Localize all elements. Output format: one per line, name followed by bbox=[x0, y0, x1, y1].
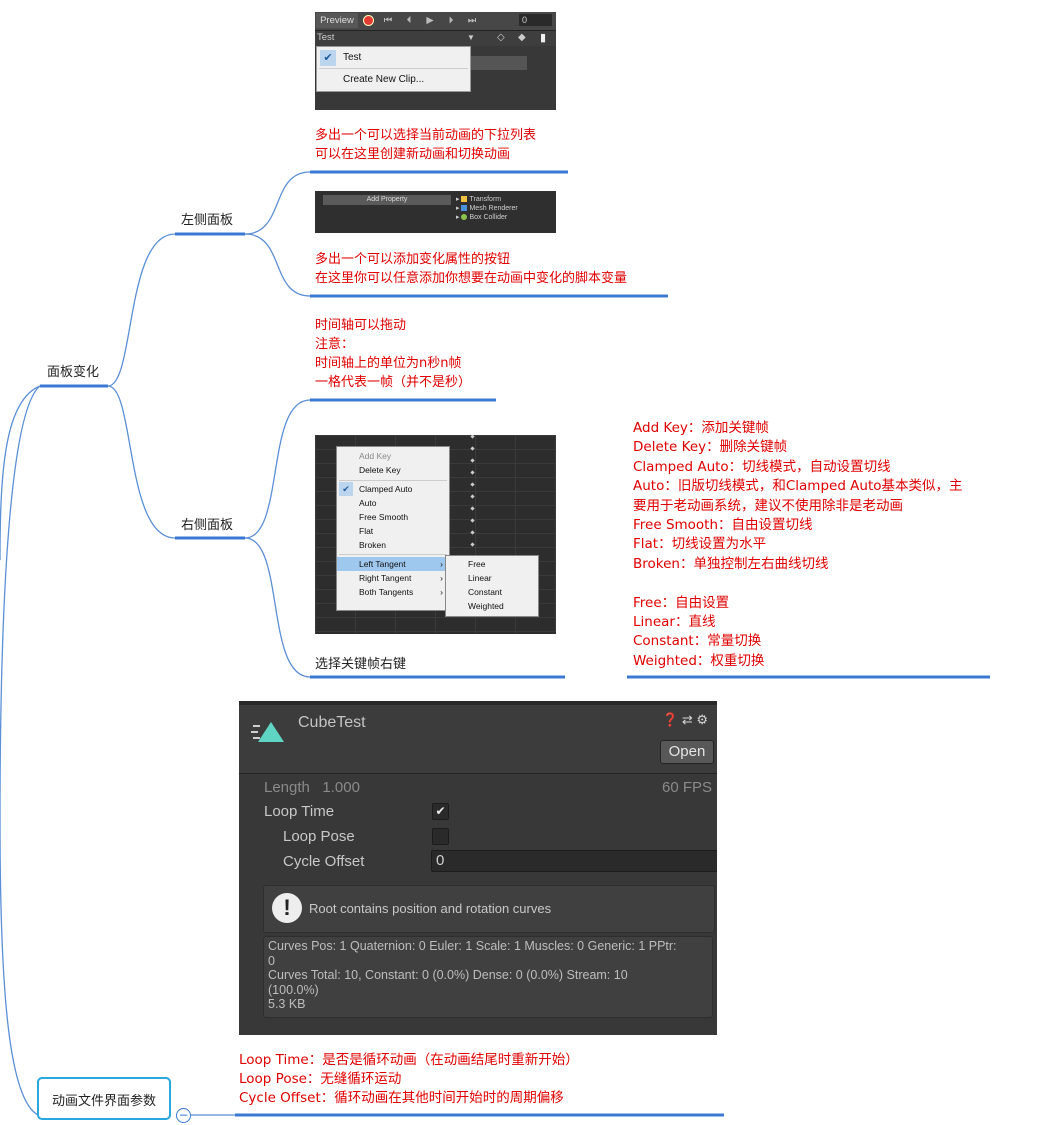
context-menu-descriptions: Add Key：添加关键帧 Delete Key：删除关键帧 Clamped A… bbox=[633, 420, 963, 669]
play-icon[interactable]: ▶ bbox=[423, 13, 437, 28]
help-icon[interactable]: ❓ bbox=[662, 712, 678, 727]
anim-file-notes: Loop Time：是否是循环动画（在动画结尾时重新开始） Loop Pose：… bbox=[239, 1052, 579, 1106]
animation-toolbar: Preview ⏮ ⏴ ▶ ⏵ ⏭ 0 bbox=[315, 12, 556, 31]
next-key-icon[interactable]: ⏵ bbox=[444, 13, 458, 28]
collapse-toggle[interactable]: − bbox=[176, 1108, 191, 1123]
component-mesh-renderer[interactable]: ▸ Mesh Renderer bbox=[456, 204, 518, 213]
help-text: Root contains position and rotation curv… bbox=[309, 901, 552, 916]
frame-input[interactable]: 0 bbox=[519, 14, 552, 26]
first-key-icon[interactable]: ⏮ bbox=[381, 13, 395, 28]
check-icon: ✔ bbox=[320, 50, 336, 66]
menu-item-clamped-auto[interactable]: ✔ Clamped Auto bbox=[337, 482, 449, 496]
menu-item-both-tangents[interactable]: Both Tangents › bbox=[337, 585, 449, 599]
help-box: ! Root contains position and rotation cu… bbox=[263, 885, 715, 933]
tangent-submenu: Free Linear Constant Weighted bbox=[445, 555, 539, 617]
note-add-property: 多出一个可以添加变化属性的按钮 在这里你可以任意添加你想要在动画中变化的脚本变量 bbox=[315, 252, 628, 286]
cycle-offset-label: Cycle Offset bbox=[283, 853, 365, 870]
component-transform[interactable]: ▸ Transform bbox=[456, 195, 518, 204]
keyframe-context-menu-screenshot: Add Key Delete Key ✔ Clamped Auto Auto Fr… bbox=[315, 435, 556, 634]
warning-icon: ! bbox=[272, 893, 302, 923]
submenu-item-constant[interactable]: Constant bbox=[468, 585, 502, 599]
record-icon[interactable] bbox=[362, 13, 375, 28]
chevron-right-icon: › bbox=[440, 587, 443, 597]
loop-time-checkbox[interactable]: ✔ bbox=[432, 803, 449, 820]
chevron-right-icon: › bbox=[440, 559, 443, 569]
menu-item-left-tangent[interactable]: Left Tangent › bbox=[337, 557, 449, 571]
length-value: 1.000 bbox=[322, 779, 360, 796]
node-panel-changes[interactable]: 面板变化 bbox=[47, 361, 99, 380]
add-property-button[interactable]: Add Property bbox=[323, 195, 451, 205]
fps-label: 60 FPS bbox=[662, 779, 713, 796]
menu-item-create-new-clip[interactable]: Create New Clip... bbox=[317, 70, 470, 90]
keyframe-dots bbox=[470, 435, 475, 547]
loop-time-label: Loop Time bbox=[264, 803, 335, 820]
gear-icon[interactable]: ⚙ bbox=[696, 712, 708, 727]
loop-pose-checkbox[interactable] bbox=[432, 828, 449, 845]
settings-sliders-icon[interactable]: ⇄ bbox=[682, 712, 693, 727]
submenu-item-linear[interactable]: Linear bbox=[468, 571, 492, 585]
note-dropdown: 多出一个可以选择当前动画的下拉列表 可以在这里创建新动画和切换动画 bbox=[315, 128, 537, 162]
menu-item-right-tangent[interactable]: Right Tangent › bbox=[337, 571, 449, 585]
prev-key-icon[interactable]: ⏴ bbox=[402, 13, 416, 28]
menu-item-free-smooth[interactable]: Free Smooth bbox=[337, 510, 449, 524]
add-keyframe-icon[interactable]: ◇ bbox=[497, 32, 505, 43]
keyframe-context-menu: Add Key Delete Key ✔ Clamped Auto Auto Fr… bbox=[336, 446, 450, 611]
box-collider-icon bbox=[461, 214, 468, 220]
menu-item-delete-key[interactable]: Delete Key bbox=[337, 463, 449, 477]
menu-item-add-key[interactable]: Add Key bbox=[337, 449, 449, 463]
component-list: ▸ Transform ▸ Mesh Renderer ▸ Box Collid… bbox=[456, 195, 518, 222]
chevron-right-icon: › bbox=[440, 573, 443, 583]
node-anim-file[interactable]: 动画文件界面参数 bbox=[37, 1077, 171, 1120]
preview-button[interactable]: Preview bbox=[316, 13, 358, 28]
check-icon: ✔ bbox=[339, 482, 353, 496]
add-event-icon[interactable]: ◆ bbox=[518, 32, 526, 43]
animation-clip-inspector: CubeTest ❓ ⇄ ⚙ Open Length 1.000 60 FPS … bbox=[239, 701, 717, 1035]
clip-dropdown-menu: ✔ Test Create New Clip... bbox=[316, 46, 471, 92]
transform-icon bbox=[461, 196, 468, 202]
node-right-panel[interactable]: 右侧面板 bbox=[181, 514, 233, 533]
menu-item-auto[interactable]: Auto bbox=[337, 496, 449, 510]
cycle-offset-input[interactable]: 0 bbox=[431, 850, 717, 872]
node-left-panel[interactable]: 左侧面板 bbox=[181, 209, 233, 228]
submenu-item-free[interactable]: Free bbox=[468, 557, 485, 571]
loop-pose-label: Loop Pose bbox=[283, 828, 355, 845]
event-marker-icon[interactable]: ▮ bbox=[540, 31, 546, 44]
clip-dropdown-arrow-icon[interactable]: ▼ bbox=[467, 33, 475, 42]
caption-right-click-keyframe: 选择关键帧右键 bbox=[315, 657, 407, 672]
clip-title: CubeTest bbox=[298, 714, 366, 731]
menu-item-test[interactable]: ✔ Test bbox=[317, 48, 470, 68]
open-button[interactable]: Open bbox=[660, 740, 714, 764]
component-box-collider[interactable]: ▸ Box Collider bbox=[456, 213, 518, 222]
mesh-renderer-icon bbox=[461, 205, 468, 211]
add-property-screenshot: Add Property ▸ Transform ▸ Mesh Renderer… bbox=[315, 191, 556, 233]
curves-info: Curves Pos: 1 Quaternion: 0 Euler: 1 Sca… bbox=[263, 936, 713, 1018]
submenu-item-weighted[interactable]: Weighted bbox=[468, 599, 504, 613]
note-timeline: 时间轴可以拖动 注意： 时间轴上的单位为n秒n帧 一格代表一帧（并不是秒） bbox=[315, 318, 472, 390]
animation-clip-icon bbox=[251, 722, 284, 742]
menu-item-broken[interactable]: Broken bbox=[337, 538, 449, 552]
length-row: Length 1.000 bbox=[264, 779, 360, 796]
clip-dropdown[interactable]: Test bbox=[317, 31, 334, 45]
last-key-icon[interactable]: ⏭ bbox=[465, 13, 479, 28]
menu-item-flat[interactable]: Flat bbox=[337, 524, 449, 538]
preview-toolbar-screenshot: Preview ⏮ ⏴ ▶ ⏵ ⏭ 0 ▼ ◇ ◆ ▮ Test ✔ Test … bbox=[315, 12, 556, 110]
